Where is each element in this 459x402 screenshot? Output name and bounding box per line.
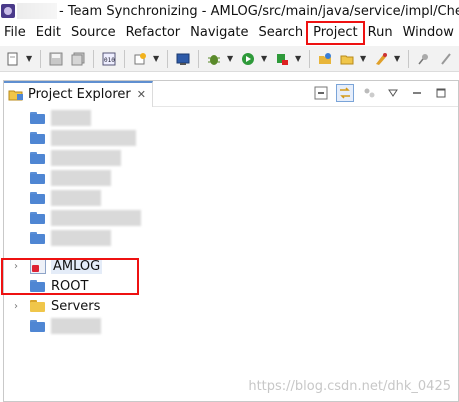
main-toolbar: ▼ 010 ▼ ▼ ▼ ▼ ▼ ▼ bbox=[0, 46, 459, 72]
list-item[interactable] bbox=[4, 128, 458, 148]
open-folder-dropdown-icon[interactable]: ▼ bbox=[360, 54, 368, 63]
new-class-dropdown-icon[interactable]: ▼ bbox=[153, 54, 161, 63]
toolbar-separator bbox=[408, 49, 409, 68]
toolbar-separator bbox=[309, 49, 310, 68]
tab-project-explorer[interactable]: Project Explorer ✕ bbox=[4, 80, 153, 107]
link-with-editor-icon[interactable] bbox=[336, 84, 354, 102]
menu-source[interactable]: Source bbox=[66, 23, 121, 43]
chevron-right-icon[interactable]: › bbox=[10, 301, 22, 312]
list-item[interactable] bbox=[4, 188, 458, 208]
menu-navigate[interactable]: Navigate bbox=[185, 23, 253, 43]
minimize-icon[interactable] bbox=[408, 84, 426, 102]
external-tools-icon[interactable] bbox=[273, 50, 291, 68]
explorer-header: Project Explorer ✕ bbox=[4, 80, 458, 107]
menu-window[interactable]: Window bbox=[398, 23, 459, 43]
folder-icon bbox=[30, 191, 46, 205]
list-item[interactable] bbox=[4, 228, 458, 248]
title-bar: - Team Synchronizing - AMLOG/src/main/ja… bbox=[0, 0, 459, 22]
project-tree: › AMLOG ROOT › Servers bbox=[4, 108, 458, 336]
menu-refactor[interactable]: Refactor bbox=[121, 23, 186, 43]
redacted-label bbox=[51, 170, 111, 186]
external-tools-dropdown-icon[interactable]: ▼ bbox=[295, 54, 303, 63]
menu-edit[interactable]: Edit bbox=[31, 23, 66, 43]
menu-project[interactable]: Project bbox=[306, 21, 365, 45]
search-dropdown-icon[interactable]: ▼ bbox=[394, 54, 402, 63]
toolbar-separator bbox=[93, 49, 94, 68]
title-redacted bbox=[17, 3, 57, 19]
menu-run[interactable]: Run bbox=[363, 23, 398, 43]
watermark: https://blog.csdn.net/dhk_0425 bbox=[248, 379, 451, 394]
folder-icon bbox=[30, 279, 46, 293]
svg-text:010: 010 bbox=[104, 57, 115, 64]
menu-file[interactable]: File bbox=[0, 23, 31, 43]
explorer-title: Project Explorer bbox=[28, 87, 131, 102]
search-icon[interactable] bbox=[372, 50, 390, 68]
redacted-label bbox=[51, 318, 101, 334]
project-explorer-view: Project Explorer ✕ › AMLOG ROOT › Server… bbox=[3, 80, 459, 402]
folder-icon bbox=[30, 131, 46, 145]
toolbar-separator bbox=[167, 49, 168, 68]
save-icon[interactable] bbox=[47, 50, 65, 68]
menu-search[interactable]: Search bbox=[253, 23, 308, 43]
project-icon bbox=[30, 258, 46, 274]
toolbar-separator bbox=[124, 49, 125, 68]
folder-icon bbox=[30, 211, 46, 225]
redacted-label bbox=[51, 150, 121, 166]
redacted-label bbox=[51, 230, 111, 246]
view-menu-icon[interactable] bbox=[384, 84, 402, 102]
save-all-icon[interactable] bbox=[69, 50, 87, 68]
project-explorer-icon bbox=[8, 88, 24, 102]
filter-icon[interactable] bbox=[360, 84, 378, 102]
list-item[interactable] bbox=[4, 108, 458, 128]
list-item[interactable] bbox=[4, 168, 458, 188]
debug-dropdown-icon[interactable]: ▼ bbox=[227, 54, 235, 63]
tree-item-root[interactable]: ROOT bbox=[4, 276, 458, 296]
list-item[interactable] bbox=[4, 316, 458, 336]
chevron-right-icon[interactable]: › bbox=[10, 261, 22, 272]
redacted-label bbox=[51, 110, 91, 126]
redacted-label bbox=[51, 130, 136, 146]
toolbar-separator bbox=[40, 49, 41, 68]
folder-icon bbox=[30, 111, 46, 125]
open-type-icon[interactable] bbox=[316, 50, 334, 68]
folder-icon bbox=[30, 231, 46, 245]
redacted-label bbox=[51, 190, 101, 206]
list-item[interactable] bbox=[4, 148, 458, 168]
maximize-icon[interactable] bbox=[432, 84, 450, 102]
new-class-icon[interactable] bbox=[131, 50, 149, 68]
tree-item-label: AMLOG bbox=[51, 258, 103, 274]
menu-bar: File Edit Source Refactor Navigate Searc… bbox=[0, 21, 459, 45]
open-folder-icon[interactable] bbox=[338, 50, 356, 68]
window-title: - Team Synchronizing - AMLOG/src/main/ja… bbox=[59, 3, 459, 19]
toolbar-separator bbox=[198, 49, 199, 68]
folder-open-icon bbox=[30, 299, 46, 313]
new-icon[interactable] bbox=[4, 50, 22, 68]
run-icon[interactable] bbox=[239, 50, 257, 68]
folder-icon bbox=[30, 319, 46, 333]
folder-icon bbox=[30, 171, 46, 185]
tree-item-amlog[interactable]: › AMLOG bbox=[4, 256, 458, 276]
collapse-all-icon[interactable] bbox=[312, 84, 330, 102]
tree-item-label: ROOT bbox=[51, 278, 89, 294]
explorer-actions bbox=[312, 84, 450, 102]
app-icon bbox=[1, 4, 15, 18]
tree-item-label: Servers bbox=[51, 298, 101, 314]
redacted-label bbox=[51, 210, 141, 226]
run-dropdown-icon[interactable]: ▼ bbox=[261, 54, 269, 63]
edit-icon[interactable] bbox=[437, 50, 455, 68]
tree-item-servers[interactable]: › Servers bbox=[4, 296, 458, 316]
close-icon[interactable]: ✕ bbox=[137, 88, 146, 101]
binary-icon[interactable]: 010 bbox=[100, 50, 118, 68]
list-item[interactable] bbox=[4, 208, 458, 228]
debug-icon[interactable] bbox=[205, 50, 223, 68]
folder-icon bbox=[30, 151, 46, 165]
console-icon[interactable] bbox=[174, 50, 192, 68]
new-dropdown-icon[interactable]: ▼ bbox=[26, 54, 34, 63]
pin-icon[interactable] bbox=[415, 50, 433, 68]
